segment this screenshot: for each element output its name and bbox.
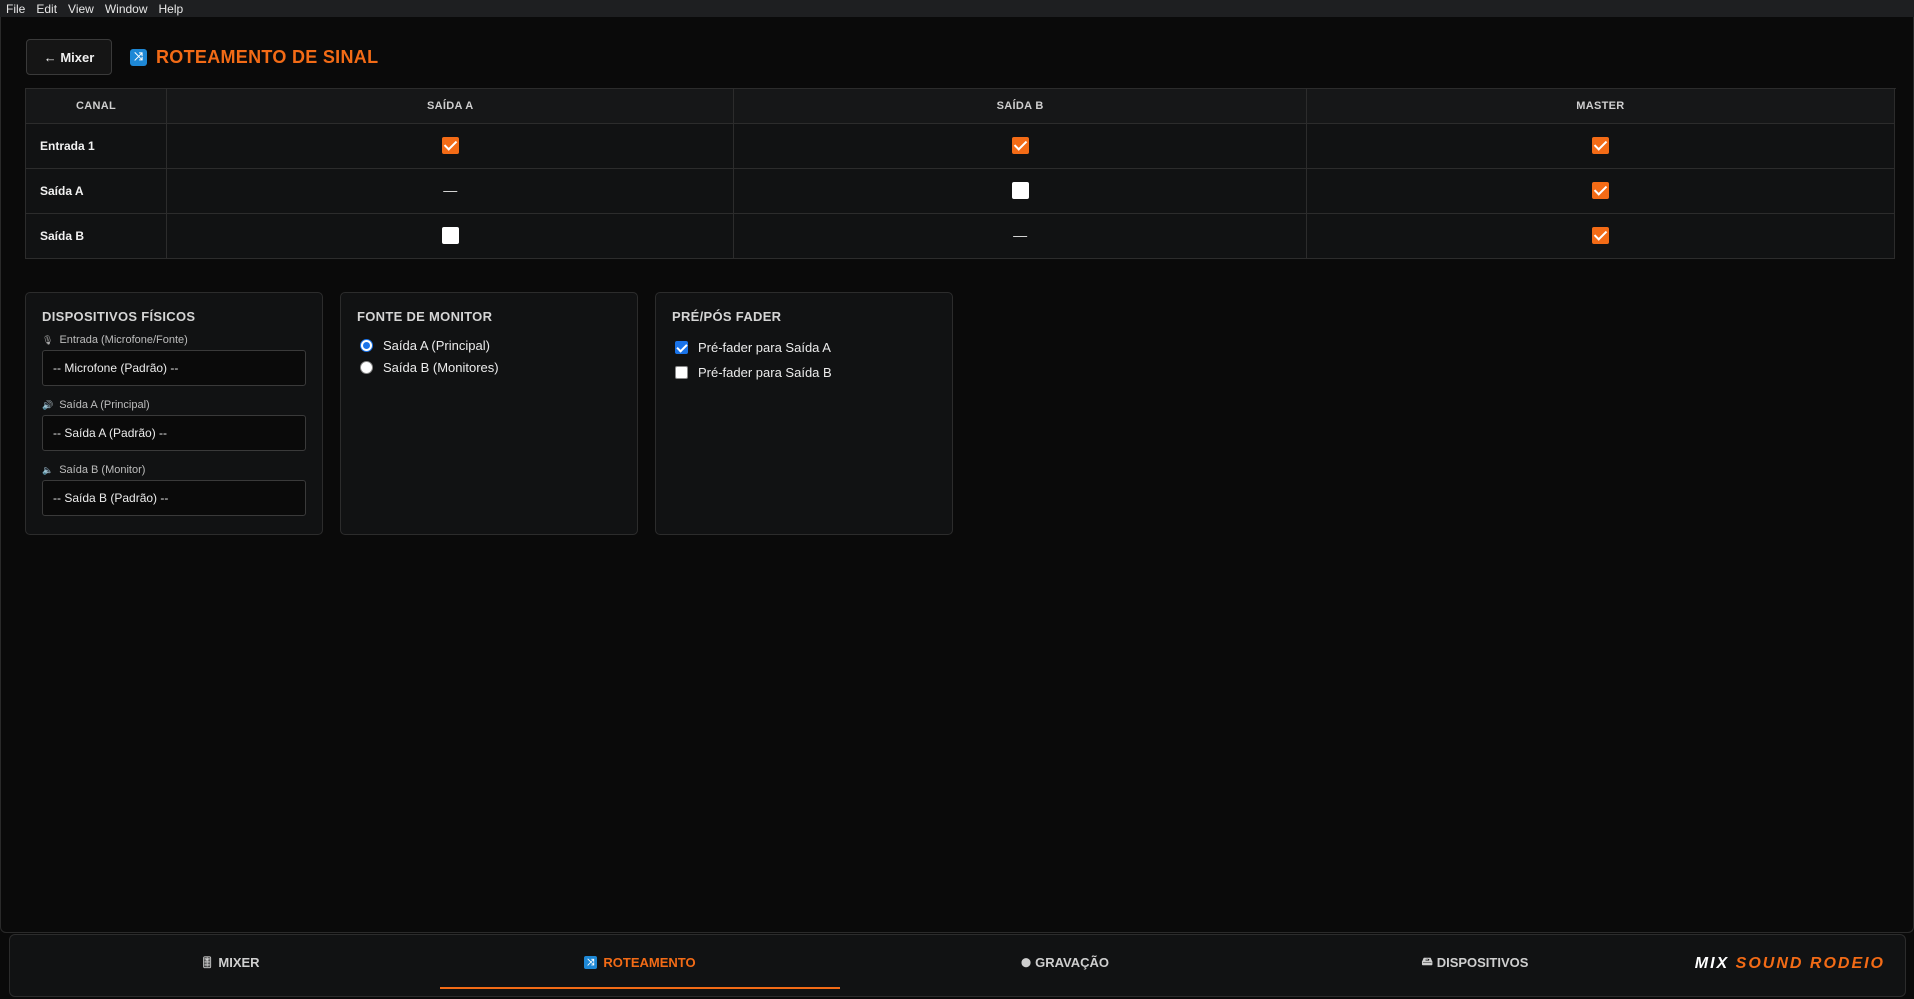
tab-recording[interactable]: ⬤ GRAVAÇÃO <box>840 935 1290 990</box>
routing-row-label: Saída A <box>25 168 167 214</box>
output-b-device-select[interactable]: -- Saída B (Padrão) -- <box>42 480 306 516</box>
output-a-device-label: 🔊 Saída A (Principal) <box>42 399 306 411</box>
monitor-option-a[interactable]: Saída A (Principal) <box>357 334 621 356</box>
input-device-label: 🎙 Entrada (Microfone/Fonte) <box>42 334 306 346</box>
routing-icon: ⤨ <box>130 48 147 66</box>
monitor-source-panel: FONTE DE MONITOR Saída A (Principal) Saí… <box>340 292 638 535</box>
pre-post-fader-panel: PRÉ/PÓS FADER Pré-fader para Saída A Pré… <box>655 292 953 535</box>
monitor-source-title: FONTE DE MONITOR <box>357 309 493 324</box>
tab-routing-label: ROTEAMENTO <box>603 955 696 970</box>
monitor-option-b-label: Saída B (Monitores) <box>383 359 499 375</box>
routing-row-label: Saída B <box>25 213 167 259</box>
prefader-b-checkbox[interactable] <box>675 365 688 379</box>
monitor-option-b-radio[interactable] <box>360 360 373 374</box>
routing-row: Saída B — <box>25 213 1896 259</box>
fader-icon: 🎚 <box>200 957 215 969</box>
output-a-device-label-text: Saída A (Principal) <box>59 399 150 411</box>
menu-file[interactable]: File <box>6 2 25 16</box>
menu-bar: File Edit View Window Help <box>0 0 1914 17</box>
route-checkbox[interactable] <box>1011 137 1029 155</box>
page-header: ← Mixer ⤨ ROTEAMENTO DE SINAL <box>26 39 1896 89</box>
col-canal: CANAL <box>25 88 167 124</box>
tab-mixer-label: MIXER <box>218 955 260 970</box>
prefader-b-option[interactable]: Pré-fader para Saída B <box>672 361 936 383</box>
monitor-option-b[interactable]: Saída B (Monitores) <box>357 356 621 378</box>
output-b-device-label-text: Saída B (Monitor) <box>59 464 146 476</box>
microphone-icon: 🎙 <box>42 334 54 345</box>
prefader-b-label: Pré-fader para Saída B <box>698 364 832 380</box>
brand-part2: SOUND RODEIO <box>1735 955 1885 972</box>
route-checkbox[interactable] <box>441 227 459 245</box>
tab-recording-label: GRAVAÇÃO <box>1035 955 1109 970</box>
menu-window[interactable]: Window <box>105 2 148 16</box>
monitor-option-a-label: Saída A (Principal) <box>383 337 490 353</box>
brand-part1: MIX <box>1694 955 1736 972</box>
input-device-select[interactable]: -- Microfone (Padrão) -- <box>42 350 306 386</box>
routing-cell <box>1305 213 1896 259</box>
routing-cell <box>733 123 1307 169</box>
col-saida-b: SAÍDA B <box>733 88 1307 124</box>
monitor-option-a-radio[interactable] <box>360 338 373 352</box>
prefader-a-option[interactable]: Pré-fader para Saída A <box>672 334 936 361</box>
back-to-mixer-button[interactable]: ← Mixer <box>26 39 112 75</box>
menu-edit[interactable]: Edit <box>36 2 57 16</box>
routing-cell <box>733 168 1307 214</box>
record-icon: ⬤ <box>1021 957 1032 967</box>
routing-cell: — <box>165 168 735 214</box>
routing-cell <box>1305 123 1896 169</box>
speaker-low-icon: 🔈 <box>42 464 54 475</box>
routing-cell <box>165 123 735 169</box>
no-route-dash: — <box>1013 227 1028 243</box>
route-checkbox[interactable] <box>1011 182 1029 200</box>
tab-devices-label: DISPOSITIVOS <box>1436 955 1529 970</box>
bottom-navigation: 🎚 MIXER ⤨ ROTEAMENTO ⬤ GRAVAÇÃO 🖴 DISPOS… <box>9 934 1906 997</box>
routing-row: Entrada 1 <box>25 123 1896 169</box>
route-checkbox[interactable] <box>1591 182 1609 200</box>
route-checkbox[interactable] <box>1591 137 1609 155</box>
routing-cell: — <box>733 213 1307 259</box>
routing-header-row: CANAL SAÍDA A SAÍDA B MASTER <box>25 88 1896 124</box>
no-route-dash: — <box>443 182 458 198</box>
speaker-icon: 🔊 <box>42 399 54 410</box>
pre-post-fader-title: PRÉ/PÓS FADER <box>672 309 782 324</box>
menu-view[interactable]: View <box>68 2 94 16</box>
col-saida-a: SAÍDA A <box>165 88 735 124</box>
active-tab-indicator <box>440 987 840 989</box>
device-icon: 🖴 <box>1421 956 1433 968</box>
routing-row: Saída A — <box>25 168 1896 214</box>
prefader-a-label: Pré-fader para Saída A <box>698 340 831 355</box>
route-checkbox[interactable] <box>1591 227 1609 245</box>
routing-cell <box>1305 168 1896 214</box>
page-title: ⤨ ROTEAMENTO DE SINAL <box>130 39 378 75</box>
tab-mixer[interactable]: 🎚 MIXER <box>10 935 450 990</box>
page-title-text: ROTEAMENTO DE SINAL <box>156 46 379 67</box>
prefader-a-checkbox[interactable] <box>675 341 688 354</box>
physical-devices-title: DISPOSITIVOS FÍSICOS <box>42 309 196 324</box>
routing-matrix: CANAL SAÍDA A SAÍDA B MASTER Entrada 1 Sa… <box>25 88 1896 259</box>
route-checkbox[interactable] <box>441 137 459 155</box>
input-device-label-text: Entrada (Microfone/Fonte) <box>59 334 188 346</box>
routing-row-label: Entrada 1 <box>25 123 167 169</box>
routing-tab-icon: ⤨ <box>584 956 598 969</box>
output-a-device-select[interactable]: -- Saída A (Padrão) -- <box>42 415 306 451</box>
menu-help[interactable]: Help <box>159 2 184 16</box>
col-master: MASTER <box>1305 88 1896 124</box>
brand-logo: MIX SOUND RODEIO <box>1695 955 1885 973</box>
output-b-device-label: 🔈 Saída B (Monitor) <box>42 464 306 476</box>
tab-devices[interactable]: 🖴 DISPOSITIVOS <box>1290 935 1660 990</box>
tab-routing[interactable]: ⤨ ROTEAMENTO <box>440 935 840 990</box>
routing-cell <box>165 213 735 259</box>
physical-devices-panel: DISPOSITIVOS FÍSICOS 🎙 Entrada (Microfon… <box>25 292 323 535</box>
